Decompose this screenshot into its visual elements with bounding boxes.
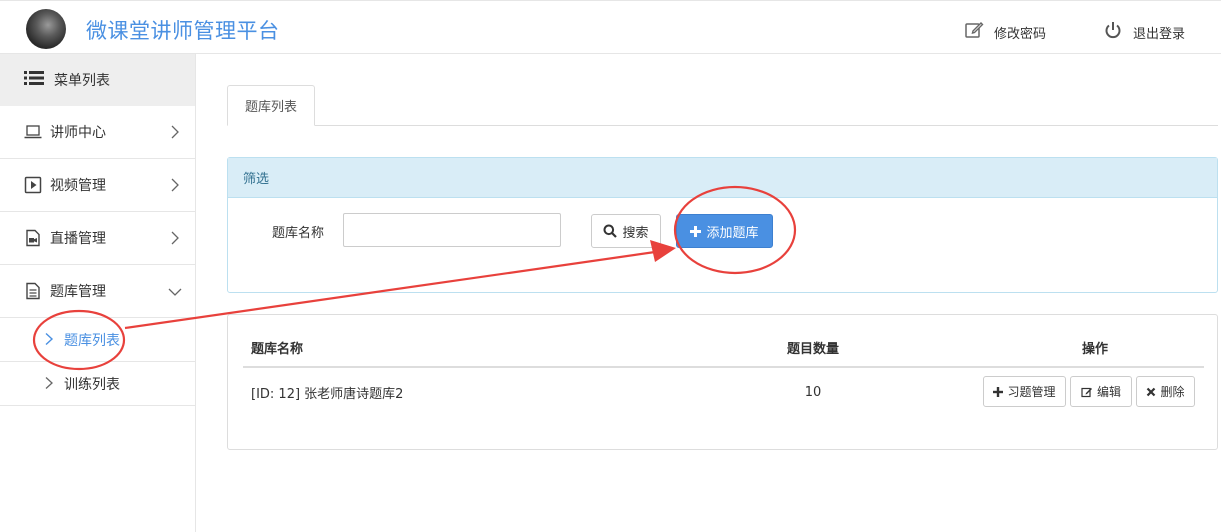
avatar[interactable] xyxy=(26,9,66,49)
chevron-right-icon xyxy=(171,231,179,245)
change-password-label: 修改密码 xyxy=(994,26,1047,42)
app-title: 微课堂讲师管理平台 xyxy=(86,19,280,43)
table-header-row: 题库名称 题目数量 操作 xyxy=(243,329,1204,368)
filter-panel-title: 筛选 xyxy=(228,158,1217,198)
sidebar-item-lecturer-center[interactable]: 讲师中心 xyxy=(0,106,195,159)
filter-panel-body: 题库名称 搜索 添加题库 xyxy=(228,198,1217,293)
sidebar-subitem-question-bank-list[interactable]: 题库列表 xyxy=(0,318,195,362)
search-button-label: 搜索 xyxy=(622,225,649,241)
tab-bar: 题库列表 xyxy=(227,85,1218,126)
edit-icon xyxy=(1081,387,1092,397)
chevron-right-icon xyxy=(45,377,53,389)
plus-icon xyxy=(690,225,702,237)
question-bank-table-panel: 题库名称 题目数量 操作 [ID: 12] 张老师唐诗题库2 10 习题管理 编… xyxy=(227,314,1218,450)
laptop-icon xyxy=(24,123,42,141)
sidebar-item-label: 讲师中心 xyxy=(50,125,106,141)
search-icon xyxy=(603,224,618,238)
search-button[interactable]: 搜索 xyxy=(591,214,661,248)
list-icon xyxy=(24,70,44,90)
chevron-right-icon xyxy=(45,332,54,346)
question-count-cell: 10 xyxy=(804,384,822,400)
video-file-icon xyxy=(24,229,42,247)
question-bank-name-cell: [ID: 12] 张老师唐诗题库2 xyxy=(251,386,404,402)
tab-question-bank-list[interactable]: 题库列表 xyxy=(227,85,315,126)
change-password-link[interactable]: 修改密码 xyxy=(964,20,1046,44)
edit-label: 编辑 xyxy=(1096,385,1121,399)
sidebar-item-label: 视频管理 xyxy=(50,178,106,194)
add-question-bank-button[interactable]: 添加题库 xyxy=(676,214,773,248)
sidebar-item-video-management[interactable]: 视频管理 xyxy=(0,159,195,212)
column-header-name: 题库名称 xyxy=(251,342,304,357)
sidebar: 菜单列表 讲师中心 视频管理 直播管理 题库管理 题库列表 训练列表 xyxy=(0,54,196,532)
table-row: [ID: 12] 张老师唐诗题库2 10 习题管理 编辑 删除 xyxy=(243,368,1204,416)
chevron-down-icon xyxy=(168,288,182,296)
column-header-count: 题目数量 xyxy=(786,342,839,357)
logout-label: 退出登录 xyxy=(1133,26,1186,42)
sidebar-item-label: 直播管理 xyxy=(50,231,106,247)
sidebar-item-label: 题库管理 xyxy=(50,284,106,300)
top-header: 微课堂讲师管理平台 修改密码 退出登录 xyxy=(0,0,1221,54)
chevron-right-icon xyxy=(171,178,179,192)
sidebar-item-live-management[interactable]: 直播管理 xyxy=(0,212,195,265)
filter-panel: 筛选 题库名称 搜索 添加题库 xyxy=(227,157,1218,293)
question-bank-table: 题库名称 题目数量 操作 [ID: 12] 张老师唐诗题库2 10 习题管理 编… xyxy=(243,329,1204,416)
menu-header: 菜单列表 xyxy=(0,54,195,106)
add-question-bank-label: 添加题库 xyxy=(706,225,759,241)
delete-button[interactable]: 删除 xyxy=(1136,376,1195,407)
logout-link[interactable]: 退出登录 xyxy=(1103,20,1185,44)
sidebar-subitem-label: 题库列表 xyxy=(64,332,120,349)
plus-icon xyxy=(993,386,1004,397)
column-header-actions: 操作 xyxy=(1081,342,1108,357)
edit-icon xyxy=(964,20,984,44)
sidebar-subitem-label: 训练列表 xyxy=(64,376,120,393)
exercise-management-button[interactable]: 习题管理 xyxy=(983,376,1066,407)
question-bank-name-input[interactable] xyxy=(343,213,561,247)
sidebar-item-question-bank-management[interactable]: 题库管理 xyxy=(0,265,195,318)
play-square-icon xyxy=(24,176,42,194)
exercise-management-label: 习题管理 xyxy=(1007,385,1056,399)
sidebar-subitem-training-list[interactable]: 训练列表 xyxy=(0,362,195,406)
power-icon xyxy=(1103,20,1123,44)
close-icon xyxy=(1147,387,1156,396)
document-icon xyxy=(24,282,42,300)
delete-label: 删除 xyxy=(1160,385,1185,399)
edit-button[interactable]: 编辑 xyxy=(1070,376,1132,407)
menu-title: 菜单列表 xyxy=(54,73,110,89)
question-bank-name-label: 题库名称 xyxy=(272,226,325,241)
chevron-right-icon xyxy=(171,125,179,139)
